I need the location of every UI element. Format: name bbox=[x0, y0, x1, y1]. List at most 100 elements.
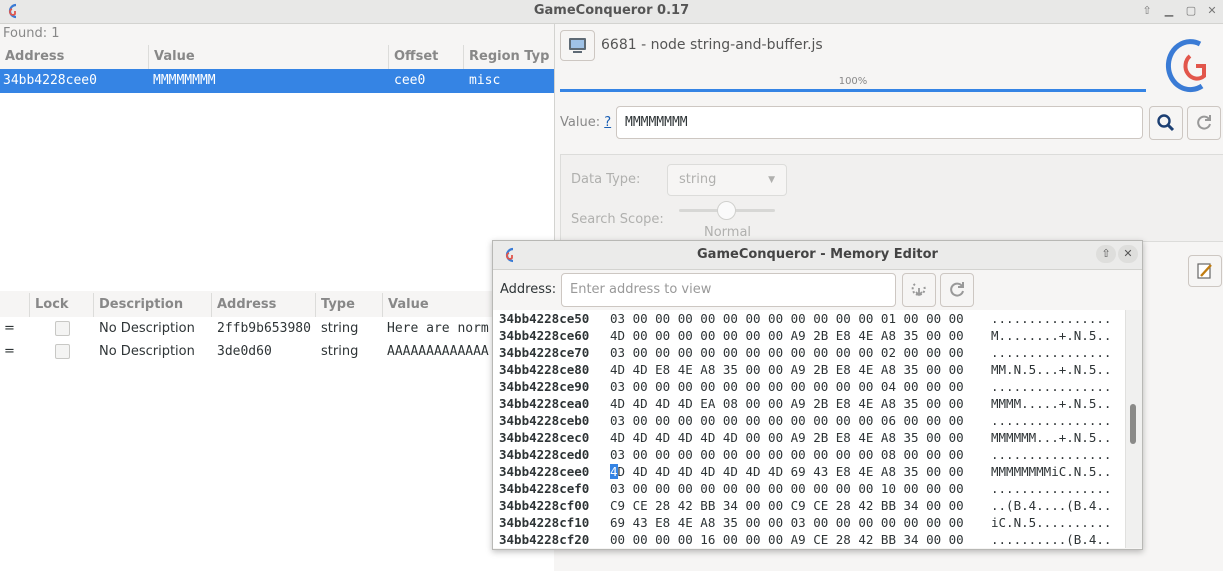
hex-row-ascii[interactable]: MMMMMM...+.N.5.. bbox=[991, 429, 1111, 446]
go-address-button[interactable] bbox=[902, 273, 936, 307]
hex-row-bytes[interactable]: 03 00 00 00 00 00 00 00 00 00 00 00 02 0… bbox=[610, 344, 964, 361]
hex-row-bytes[interactable]: 4D 4D E8 4E A8 35 00 00 A9 2B E8 4E A8 3… bbox=[610, 361, 964, 378]
cheat-type[interactable]: string bbox=[321, 317, 358, 341]
reset-button[interactable] bbox=[1187, 106, 1221, 140]
value-label: Value: ? bbox=[560, 115, 612, 130]
hex-row-ascii[interactable]: ................ bbox=[991, 480, 1111, 497]
scrollbar-thumb[interactable] bbox=[1130, 404, 1136, 444]
hex-row[interactable]: 34bb4228cea0 4D 4D 4D 4D EA 08 00 00 A9 2… bbox=[493, 395, 1125, 412]
data-type-select[interactable]: string ▼ bbox=[667, 164, 787, 196]
hex-row-bytes[interactable]: C9 CE 28 42 BB 34 00 00 C9 CE 28 42 BB 3… bbox=[610, 497, 964, 514]
hex-row-bytes[interactable]: 03 00 00 00 00 00 00 00 00 00 00 00 01 0… bbox=[610, 310, 964, 327]
results-col-address[interactable]: Address bbox=[0, 45, 149, 69]
maximize-icon[interactable]: ▢ bbox=[1183, 3, 1199, 19]
hex-row-ascii[interactable]: MMMM.....+.N.5.. bbox=[991, 395, 1111, 412]
hex-row[interactable]: 34bb4228ceb0 03 00 00 00 00 00 00 00 00 0… bbox=[493, 412, 1125, 429]
title-bar: GameConqueror 0.17 ⇧ ▁ ▢ ✕ bbox=[0, 0, 1223, 24]
hex-cursor[interactable]: 4 bbox=[610, 464, 618, 479]
hex-row-ascii[interactable]: ................ bbox=[991, 446, 1111, 463]
cheat-description[interactable]: No Description bbox=[99, 317, 195, 341]
hex-row-bytes[interactable]: 03 00 00 00 00 00 00 00 00 00 00 00 06 0… bbox=[610, 412, 964, 429]
pin-icon[interactable]: ⇧ bbox=[1139, 3, 1155, 19]
value-input[interactable]: MMMMMMMM bbox=[616, 106, 1143, 139]
lock-checkbox[interactable] bbox=[55, 344, 70, 359]
hex-row[interactable]: 34bb4228ce90 03 00 00 00 00 00 00 00 00 0… bbox=[493, 378, 1125, 395]
hex-row[interactable]: 34bb4228cf00 C9 CE 28 42 BB 34 00 00 C9 C… bbox=[493, 497, 1125, 514]
hex-row-bytes[interactable]: 69 43 E8 4E A8 35 00 00 03 00 00 00 00 0… bbox=[610, 514, 964, 531]
hex-row-ascii[interactable]: iC.N.5.......... bbox=[991, 514, 1111, 531]
hex-row[interactable]: 34bb4228ce70 03 00 00 00 00 00 00 00 00 0… bbox=[493, 344, 1125, 361]
cheat-value[interactable]: Here are norm bbox=[387, 317, 497, 341]
hex-row-bytes[interactable]: 03 00 00 00 00 00 00 00 00 00 00 00 10 0… bbox=[610, 480, 964, 497]
lock-checkbox[interactable] bbox=[55, 321, 70, 336]
results-col-region[interactable]: Region Typ bbox=[464, 45, 554, 69]
hex-row-ascii[interactable]: ................ bbox=[991, 378, 1111, 395]
cheat-list[interactable]: = No Description 2ffb9b653980 string Her… bbox=[0, 317, 554, 571]
cheat-col-description[interactable]: Description bbox=[94, 293, 212, 317]
hex-row-ascii[interactable]: ..........(B.4.. bbox=[991, 531, 1111, 548]
minimize-icon[interactable]: ▁ bbox=[1161, 3, 1177, 19]
hex-row[interactable]: 34bb4228cef0 03 00 00 00 00 00 00 00 00 0… bbox=[493, 480, 1125, 497]
hex-row-bytes[interactable]: 4D 00 00 00 00 00 00 00 A9 2B E8 4E A8 3… bbox=[610, 327, 964, 344]
window-title: GameConqueror 0.17 bbox=[533, 3, 690, 18]
hex-row[interactable]: 34bb4228cec0 4D 4D 4D 4D 4D 4D 00 00 A9 2… bbox=[493, 429, 1125, 446]
hex-row-ascii[interactable]: MM.N.5...+.N.5.. bbox=[991, 361, 1111, 378]
hex-scrollbar[interactable] bbox=[1125, 310, 1142, 548]
hex-row-ascii[interactable]: ................ bbox=[991, 412, 1111, 429]
memory-editor-title: GameConqueror - Memory Editor bbox=[697, 247, 938, 262]
hex-row-bytes[interactable]: 03 00 00 00 00 00 00 00 00 00 00 00 08 0… bbox=[610, 446, 964, 463]
hex-row-ascii[interactable]: MMMMMMMMiC.N.5.. bbox=[991, 463, 1111, 480]
data-type-value: string bbox=[679, 172, 717, 187]
cheat-description[interactable]: No Description bbox=[99, 340, 195, 364]
hex-row[interactable]: 34bb4228ce80 4D 4D E8 4E A8 35 00 00 A9 2… bbox=[493, 361, 1125, 378]
result-row[interactable]: 34bb4228cee0 MMMMMMMM cee0 misc bbox=[0, 69, 554, 93]
hex-row-bytes[interactable]: 00 00 00 00 16 00 00 00 A9 CE 28 42 BB 3… bbox=[610, 531, 964, 548]
search-options-frame: Data Type: Search Scope: Normal bbox=[560, 154, 1223, 242]
chevron-down-icon: ▼ bbox=[768, 175, 775, 185]
hex-row[interactable]: 34bb4228ced0 03 00 00 00 00 00 00 00 00 0… bbox=[493, 446, 1125, 463]
cheat-col-address[interactable]: Address bbox=[212, 293, 316, 317]
hex-row-bytes[interactable]: 4D 4D 4D 4D 4D 4D 00 00 A9 2B E8 4E A8 3… bbox=[610, 429, 964, 446]
results-header: Address Value Offset Region Typ bbox=[0, 45, 554, 70]
search-button[interactable] bbox=[1149, 106, 1183, 140]
close-icon[interactable]: ✕ bbox=[1118, 245, 1138, 263]
cheat-row[interactable]: = No Description 2ffb9b653980 string Her… bbox=[0, 317, 554, 340]
hex-row-ascii[interactable]: ................ bbox=[991, 310, 1111, 327]
cheat-row[interactable]: = No Description 3de0d60 string AAAAAAAA… bbox=[0, 340, 554, 363]
hex-row-address: 34bb4228ce90 bbox=[499, 379, 590, 394]
hex-row-bytes[interactable]: 4D 4D 4D 4D EA 08 00 00 A9 2B E8 4E A8 3… bbox=[610, 395, 964, 412]
cheat-address: 3de0d60 bbox=[217, 344, 272, 359]
hex-row[interactable]: 34bb4228cf20 00 00 00 00 16 00 00 00 A9 C… bbox=[493, 531, 1125, 548]
results-col-offset[interactable]: Offset bbox=[389, 45, 464, 69]
hex-row[interactable]: 34bb4228ce60 4D 00 00 00 00 00 00 00 A9 2… bbox=[493, 327, 1125, 344]
hex-row-address: 34bb4228cec0 bbox=[499, 430, 590, 445]
cheat-value[interactable]: AAAAAAAAAAAAA bbox=[387, 340, 497, 364]
pin-icon[interactable]: ⇧ bbox=[1096, 245, 1116, 263]
results-list[interactable]: 34bb4228cee0 MMMMMMMM cee0 misc bbox=[0, 69, 554, 291]
cheat-marker: = bbox=[4, 321, 15, 336]
cheat-col-lock[interactable]: Lock bbox=[30, 293, 94, 317]
progress-fill bbox=[560, 89, 1146, 92]
hex-row-bytes[interactable]: 03 00 00 00 00 00 00 00 00 00 00 00 04 0… bbox=[610, 378, 964, 395]
cheat-type[interactable]: string bbox=[321, 340, 358, 364]
address-input[interactable]: Enter address to view bbox=[561, 273, 896, 307]
hex-row[interactable]: 34bb4228ce50 03 00 00 00 00 00 00 00 00 0… bbox=[493, 310, 1125, 327]
slider-handle[interactable] bbox=[717, 201, 736, 220]
help-link[interactable]: ? bbox=[604, 115, 611, 130]
select-process-button[interactable] bbox=[560, 30, 595, 61]
hex-row-address: 34bb4228ce60 bbox=[499, 328, 590, 343]
hex-row-ascii[interactable]: M........+.N.5.. bbox=[991, 327, 1111, 344]
hex-row[interactable]: 34bb4228cee0 4D 4D 4D 4D 4D 4D 4D 4D 69 4… bbox=[493, 463, 1125, 480]
edit-cheat-button[interactable] bbox=[1188, 255, 1222, 287]
memory-editor-dialog: GameConqueror - Memory Editor ⇧ ✕ Addres… bbox=[492, 240, 1143, 550]
result-offset: cee0 bbox=[394, 73, 426, 88]
hex-view[interactable]: 34bb4228ce50 03 00 00 00 00 00 00 00 00 0… bbox=[493, 310, 1125, 548]
refresh-button[interactable] bbox=[940, 273, 974, 307]
hex-row-bytes[interactable]: 4D 4D 4D 4D 4D 4D 4D 4D 69 43 E8 4E A8 3… bbox=[610, 463, 964, 480]
hex-row-ascii[interactable]: ................ bbox=[991, 344, 1111, 361]
close-icon[interactable]: ✕ bbox=[1204, 3, 1220, 19]
hex-row-ascii[interactable]: ..(B.4....(B.4.. bbox=[991, 497, 1111, 514]
cheat-col-type[interactable]: Type bbox=[316, 293, 383, 317]
hex-row[interactable]: 34bb4228cf10 69 43 E8 4E A8 35 00 00 03 0… bbox=[493, 514, 1125, 531]
results-col-value[interactable]: Value bbox=[149, 45, 389, 69]
